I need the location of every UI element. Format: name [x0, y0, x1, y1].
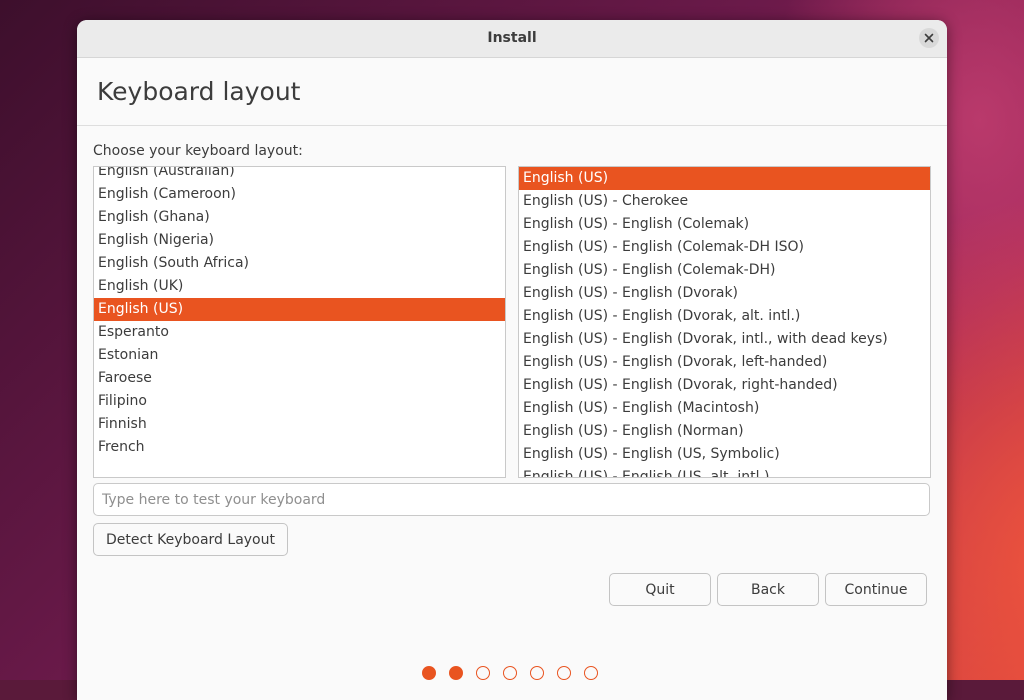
list-item[interactable]: Esperanto [94, 321, 505, 344]
list-item[interactable]: Filipino [94, 390, 505, 413]
progress-dot [530, 666, 544, 680]
list-item[interactable]: English (Cameroon) [94, 183, 505, 206]
list-item[interactable]: English (UK) [94, 275, 505, 298]
list-item[interactable]: English (US) - English (Colemak-DH ISO) [519, 236, 930, 259]
detect-keyboard-layout-button[interactable]: Detect Keyboard Layout [93, 523, 288, 556]
installer-window: Install Keyboard layout Choose your keyb… [77, 20, 947, 700]
list-item[interactable]: English (US) [519, 167, 930, 190]
list-item[interactable]: French [94, 436, 505, 459]
list-item[interactable]: English (US) - English (Dvorak) [519, 282, 930, 305]
list-item[interactable]: Estonian [94, 344, 505, 367]
variant-list-rows: English (US) English (US) - Cherokee Engli… [519, 167, 930, 477]
variant-list[interactable]: English (US) English (US) - Cherokee Engli… [518, 166, 931, 478]
list-item[interactable]: English (US) - English (Macintosh) [519, 397, 930, 420]
layout-list[interactable]: English (Australian) English (Cameroon) En… [93, 166, 506, 478]
list-item[interactable]: Finnish [94, 413, 505, 436]
progress-dot [503, 666, 517, 680]
keyboard-test-input[interactable] [93, 483, 930, 516]
back-button[interactable]: Back [717, 573, 819, 606]
list-item[interactable]: English (US) - English (US, alt. intl.) [519, 466, 930, 477]
progress-dot [449, 666, 463, 680]
list-item[interactable]: English (US) - English (Colemak-DH) [519, 259, 930, 282]
list-item[interactable]: English (US) - English (Dvorak, right-ha… [519, 374, 930, 397]
window-title: Install [487, 30, 537, 46]
list-item[interactable]: English (Australian) [94, 167, 505, 183]
close-button[interactable] [919, 28, 939, 48]
continue-button[interactable]: Continue [825, 573, 927, 606]
progress-dot [557, 666, 571, 680]
list-item[interactable]: English (US) - English (Dvorak, left-han… [519, 351, 930, 374]
layout-list-rows: English (Australian) English (Cameroon) En… [94, 167, 505, 459]
progress-dot [422, 666, 436, 680]
progress-dot [476, 666, 490, 680]
list-item[interactable]: English (Ghana) [94, 206, 505, 229]
list-item[interactable]: Faroese [94, 367, 505, 390]
close-icon [924, 33, 934, 43]
list-item[interactable]: English (South Africa) [94, 252, 505, 275]
title-bar: Install [77, 20, 947, 58]
page-title: Keyboard layout [97, 77, 301, 106]
list-item[interactable]: English (US) - English (US, Symbolic) [519, 443, 930, 466]
list-item[interactable]: English (US) [94, 298, 505, 321]
list-item[interactable]: English (US) - English (Dvorak, alt. int… [519, 305, 930, 328]
list-item[interactable]: English (US) - English (Norman) [519, 420, 930, 443]
header-divider [77, 125, 947, 126]
list-item[interactable]: English (US) - Cherokee [519, 190, 930, 213]
progress-dot [584, 666, 598, 680]
choose-layout-label: Choose your keyboard layout: [93, 143, 303, 159]
list-item[interactable]: English (Nigeria) [94, 229, 505, 252]
list-item[interactable]: English (US) - English (Dvorak, intl., w… [519, 328, 930, 351]
list-item[interactable]: English (US) - English (Colemak) [519, 213, 930, 236]
progress-dots [422, 666, 598, 680]
quit-button[interactable]: Quit [609, 573, 711, 606]
